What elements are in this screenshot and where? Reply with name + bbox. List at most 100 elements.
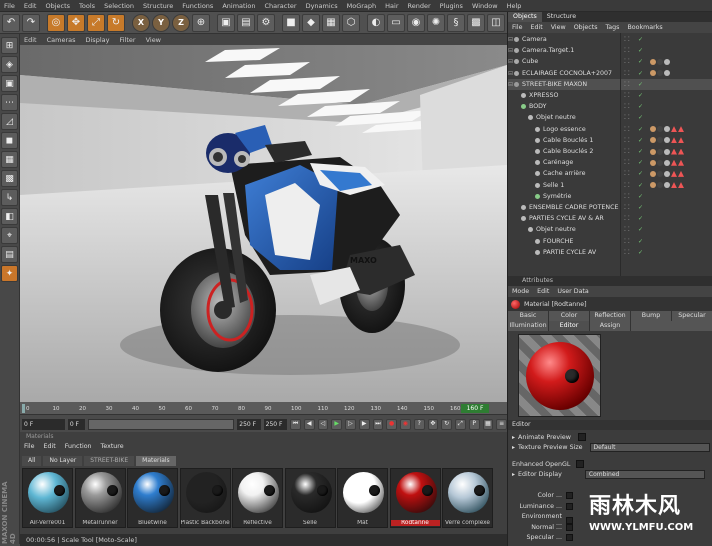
record-icon[interactable]: ●	[386, 418, 398, 430]
attr-tab-assign[interactable]: Assign	[590, 321, 631, 331]
material-menu-edit[interactable]: Edit	[44, 443, 56, 453]
rotate-icon[interactable]: ↻	[107, 13, 125, 32]
autokey-icon[interactable]: ◉	[400, 418, 411, 430]
viewport-menu-view[interactable]: View	[146, 36, 161, 44]
y-axis-icon[interactable]: Y	[152, 13, 170, 32]
end-frame-field[interactable]: 250 F	[263, 418, 288, 430]
enabled-check-icon[interactable]: ✓	[638, 238, 648, 245]
object-row[interactable]: ⊟ Camera.Target.1 ⁚ ⁚ ✓	[508, 45, 712, 56]
lock-icon[interactable]: ✦	[1, 265, 18, 282]
material-tag-icon[interactable]	[664, 148, 670, 155]
object-row[interactable]: FOURCHE ⁚ ⁚ ✓	[508, 236, 712, 247]
object-row[interactable]: ⊟ Cube ⁚ ⁚ ✓	[508, 56, 712, 67]
texture-mode-icon[interactable]: ◧	[1, 208, 18, 225]
material-tag-icon[interactable]	[664, 170, 670, 177]
object-row[interactable]: Cache arrière ⁚ ⁚ ✓	[508, 168, 712, 179]
enabled-check-icon[interactable]: ✓	[638, 70, 648, 77]
min-frame-field[interactable]: 0 F	[67, 418, 86, 430]
material-tag-icon[interactable]	[664, 182, 670, 189]
material-tag-icon[interactable]	[664, 159, 670, 166]
model-mode-icon[interactable]: ◈	[1, 56, 18, 73]
visibility-dots-icon[interactable]: ⁚ ⁚	[624, 182, 638, 189]
warning-tag-icon[interactable]	[671, 170, 677, 177]
attr-menu-edit[interactable]: Edit	[537, 288, 549, 295]
material-tag-icon[interactable]	[657, 58, 663, 65]
menu-help[interactable]: Help	[507, 2, 522, 10]
visibility-dots-icon[interactable]: ⁚ ⁚	[624, 126, 638, 133]
attr-menu-mode[interactable]: Mode	[512, 288, 529, 295]
material-swatch[interactable]: Air-Verre001	[22, 468, 73, 528]
array-icon[interactable]: ▦	[322, 13, 340, 32]
enabled-check-icon[interactable]: ✓	[638, 126, 648, 133]
visibility-dots-icon[interactable]: ⁚ ⁚	[624, 159, 638, 166]
attr-tab-color[interactable]: Color	[549, 311, 590, 321]
enabled-check-icon[interactable]: ✓	[638, 182, 648, 189]
current-frame-field[interactable]: 0 F	[22, 418, 65, 430]
material-swatch[interactable]: Mat	[337, 468, 388, 528]
live-select-icon[interactable]: ◎	[47, 13, 65, 32]
warning-tag-icon[interactable]	[678, 126, 684, 133]
channel-checkbox[interactable]	[566, 502, 573, 510]
material-tag-icon[interactable]	[650, 126, 656, 133]
om-menu-bookmarks[interactable]: Bookmarks	[627, 24, 662, 31]
object-tags[interactable]	[650, 70, 670, 77]
visibility-dots-icon[interactable]: ⁚ ⁚	[624, 226, 638, 233]
enabled-check-icon[interactable]: ✓	[638, 249, 648, 256]
warning-tag-icon[interactable]	[671, 182, 677, 189]
menu-animation[interactable]: Animation	[222, 2, 255, 10]
undo-icon[interactable]: ↶	[2, 13, 20, 32]
object-row[interactable]: ⊟ STREET-BIKE MAXON ⁚ ⁚ ✓	[508, 78, 712, 90]
menu-structure[interactable]: Structure	[143, 2, 173, 10]
viewport-menu-filter[interactable]: Filter	[119, 36, 135, 44]
object-mode-icon[interactable]: ▣	[1, 75, 18, 92]
om-tab-objects[interactable]: Objects	[508, 12, 542, 22]
attr-tab-specular[interactable]: Specular	[672, 311, 712, 321]
material-tag-icon[interactable]	[664, 126, 670, 133]
menu-file[interactable]: File	[4, 2, 15, 10]
uv-points-icon[interactable]: ▦	[1, 151, 18, 168]
material-tag-icon[interactable]	[657, 126, 663, 133]
material-tag-icon[interactable]	[664, 58, 670, 65]
enabled-check-icon[interactable]: ✓	[638, 81, 648, 88]
material-swatch[interactable]: Plastic Backbone	[179, 468, 231, 528]
object-tags[interactable]	[650, 148, 684, 155]
warning-tag-icon[interactable]	[671, 148, 677, 155]
material-menu-function[interactable]: Function	[65, 443, 92, 453]
texture-preview-size-select[interactable]: Default	[589, 443, 710, 452]
warning-tag-icon[interactable]	[678, 182, 684, 189]
prev-frame-icon[interactable]: ◁	[317, 418, 329, 430]
om-menu-tags[interactable]: Tags	[606, 24, 620, 31]
enabled-check-icon[interactable]: ✓	[638, 226, 648, 233]
redo-icon[interactable]: ↷	[22, 13, 40, 32]
object-row[interactable]: Logo essence ⁚ ⁚ ✓	[508, 124, 712, 135]
workplane-icon[interactable]: ▤	[1, 246, 18, 263]
menu-selection[interactable]: Selection	[104, 2, 134, 10]
om-menu-edit[interactable]: Edit	[531, 24, 543, 31]
position-key-icon[interactable]: ✥	[427, 418, 439, 430]
material-tag-icon[interactable]	[650, 137, 656, 144]
object-tags[interactable]	[650, 159, 684, 166]
points-mode-icon[interactable]: ⋯	[1, 94, 18, 111]
object-row[interactable]: Cable Bouclés 1 ⁚ ⁚ ✓	[508, 135, 712, 146]
attr-tab-reflection[interactable]: Reflection	[590, 311, 631, 321]
material-swatch[interactable]: Selle	[284, 468, 336, 528]
visibility-dots-icon[interactable]: ⁚ ⁚	[624, 137, 638, 144]
visibility-dots-icon[interactable]: ⁚ ⁚	[624, 81, 638, 88]
polygons-mode-icon[interactable]: ◼	[1, 132, 18, 149]
param-key-icon[interactable]: P	[468, 418, 480, 430]
menu-edit[interactable]: Edit	[24, 2, 37, 10]
channel-checkbox[interactable]	[566, 516, 573, 524]
visibility-dots-icon[interactable]: ⁚ ⁚	[624, 148, 638, 155]
om-menu-objects[interactable]: Objects	[574, 24, 598, 31]
material-tag-icon[interactable]	[650, 148, 656, 155]
keyframe-selection-icon[interactable]: ?	[413, 418, 425, 430]
x-axis-icon[interactable]: X	[132, 13, 150, 32]
enabled-check-icon[interactable]: ✓	[638, 193, 648, 200]
object-row[interactable]: ENSEMBLE CADRE POTENCE ⁚ ⁚ ✓	[508, 202, 712, 213]
timeline-ruler[interactable]: 0 10 20 30 40 50 60 70 80 90 100 110 120 130 140 150 160	[20, 402, 507, 415]
visibility-dots-icon[interactable]: ⁚ ⁚	[624, 170, 638, 177]
prev-key-icon[interactable]: ◀	[303, 418, 315, 430]
enabled-check-icon[interactable]: ✓	[638, 159, 648, 166]
om-tab-structure[interactable]: Structure	[542, 12, 581, 22]
menu-plugins[interactable]: Plugins	[440, 2, 463, 10]
